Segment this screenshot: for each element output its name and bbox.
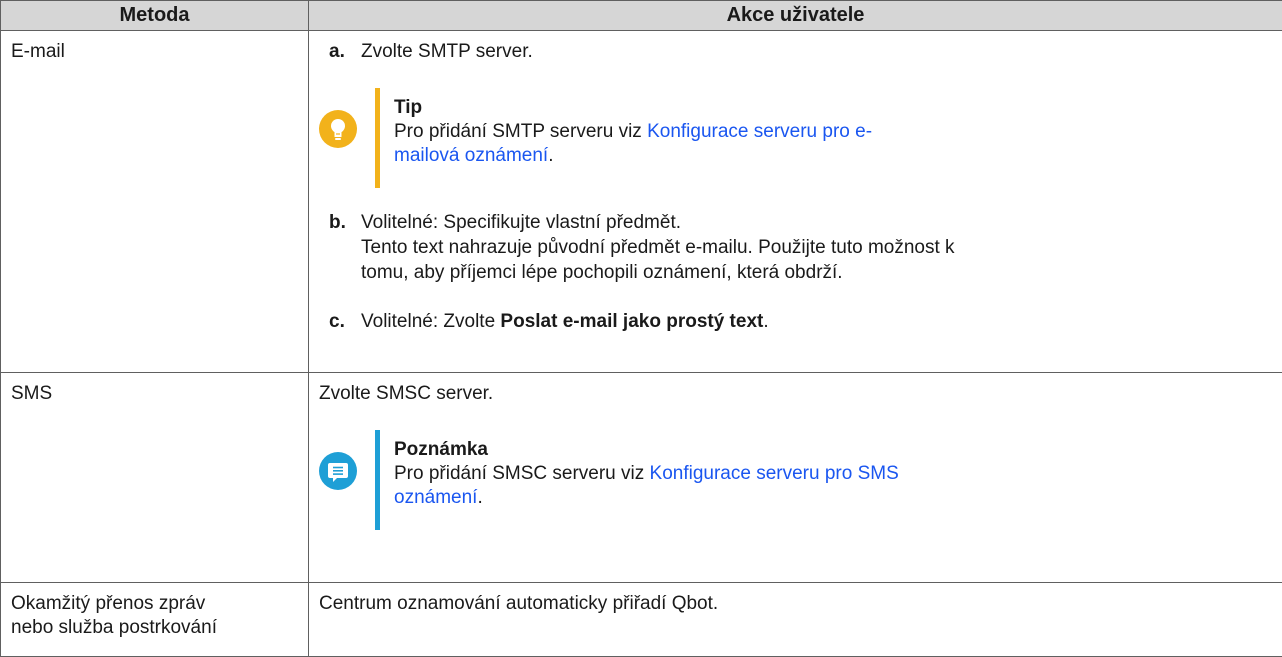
table-row-email: E-mail a. Zvolte SMTP server. Tip Pro př… <box>0 30 1282 373</box>
method-email: E-mail <box>0 30 309 373</box>
notification-methods-table: Metoda Akce uživatele E-mail a. Zvolte S… <box>0 0 1282 657</box>
table-header-row: Metoda Akce uživatele <box>0 0 1282 31</box>
method-im-line2: nebo služba postrkování <box>11 616 217 638</box>
tip-bar <box>375 88 380 188</box>
table-row-sms: SMS Zvolte SMSC server. Poznámka Pro při… <box>0 371 1282 583</box>
step-c-option: Poslat e-mail jako prostý text <box>500 311 764 332</box>
header-method: Metoda <box>0 0 309 31</box>
step-a-label: a. <box>329 41 345 62</box>
note-title: Poznámka <box>394 438 488 460</box>
note-bar <box>375 429 380 530</box>
step-b-line1: Volitelné: Specifikujte vlastní předmět. <box>361 212 682 233</box>
lightbulb-icon <box>319 110 357 148</box>
smtp-config-link-cont[interactable]: mailová oznámení <box>394 145 548 166</box>
note-period: . <box>477 486 483 508</box>
smtp-config-link[interactable]: Konfigurace serveru pro e- <box>647 121 872 142</box>
sms-text: Zvolte SMSC server. <box>319 382 494 404</box>
note-callout: Poznámka Pro přidání SMSC serveru viz Ko… <box>319 429 1282 530</box>
action-sms: Zvolte SMSC server. Poznámka Pro přidání… <box>308 371 1282 583</box>
tip-title: Tip <box>394 97 423 118</box>
step-b: b. Volitelné: Specifikujte vlastní předm… <box>329 210 1282 285</box>
step-a-text: Zvolte SMTP server. <box>361 41 533 62</box>
step-c-label: c. <box>329 311 345 332</box>
note-text: Pro přidání SMSC serveru viz <box>394 462 650 484</box>
step-b-label: b. <box>329 212 346 233</box>
method-im: Okamžitý přenos zpráv nebo služba postrk… <box>0 581 309 657</box>
step-b-line3: tomu, aby příjemci lépe pochopili oznáme… <box>361 262 843 283</box>
header-action: Akce uživatele <box>308 0 1282 31</box>
step-c: c. Volitelné: Zvolte Poslat e-mail jako … <box>329 310 1282 334</box>
step-c-text: Volitelné: Zvolte <box>361 311 501 332</box>
action-email: a. Zvolte SMTP server. Tip Pro přidání S… <box>308 30 1282 373</box>
table-row-im: Okamžitý přenos zpráv nebo služba postrk… <box>0 581 1282 657</box>
tip-text: Pro přidání SMTP serveru viz <box>394 121 648 142</box>
sms-config-link-cont[interactable]: oznámení <box>394 487 477 508</box>
tip-callout: Tip Pro přidání SMTP serveru viz Konfigu… <box>319 88 1282 188</box>
note-body: Poznámka Pro přidání SMSC serveru viz Ko… <box>394 438 1242 510</box>
tip-period: . <box>548 145 554 166</box>
method-im-line1: Okamžitý přenos zpráv <box>11 592 206 614</box>
method-sms: SMS <box>0 371 309 583</box>
message-icon <box>319 451 357 490</box>
step-b-line2: Tento text nahrazuje původní předmět e-m… <box>361 237 955 258</box>
sms-config-link[interactable]: Konfigurace serveru pro SMS <box>650 463 899 484</box>
action-im: Centrum oznamování automaticky přiřadí Q… <box>308 581 1282 657</box>
step-c-period: . <box>763 311 769 332</box>
tip-body: Tip Pro přidání SMTP serveru viz Konfigu… <box>394 96 1242 168</box>
step-a: a. Zvolte SMTP server. <box>329 40 1282 64</box>
